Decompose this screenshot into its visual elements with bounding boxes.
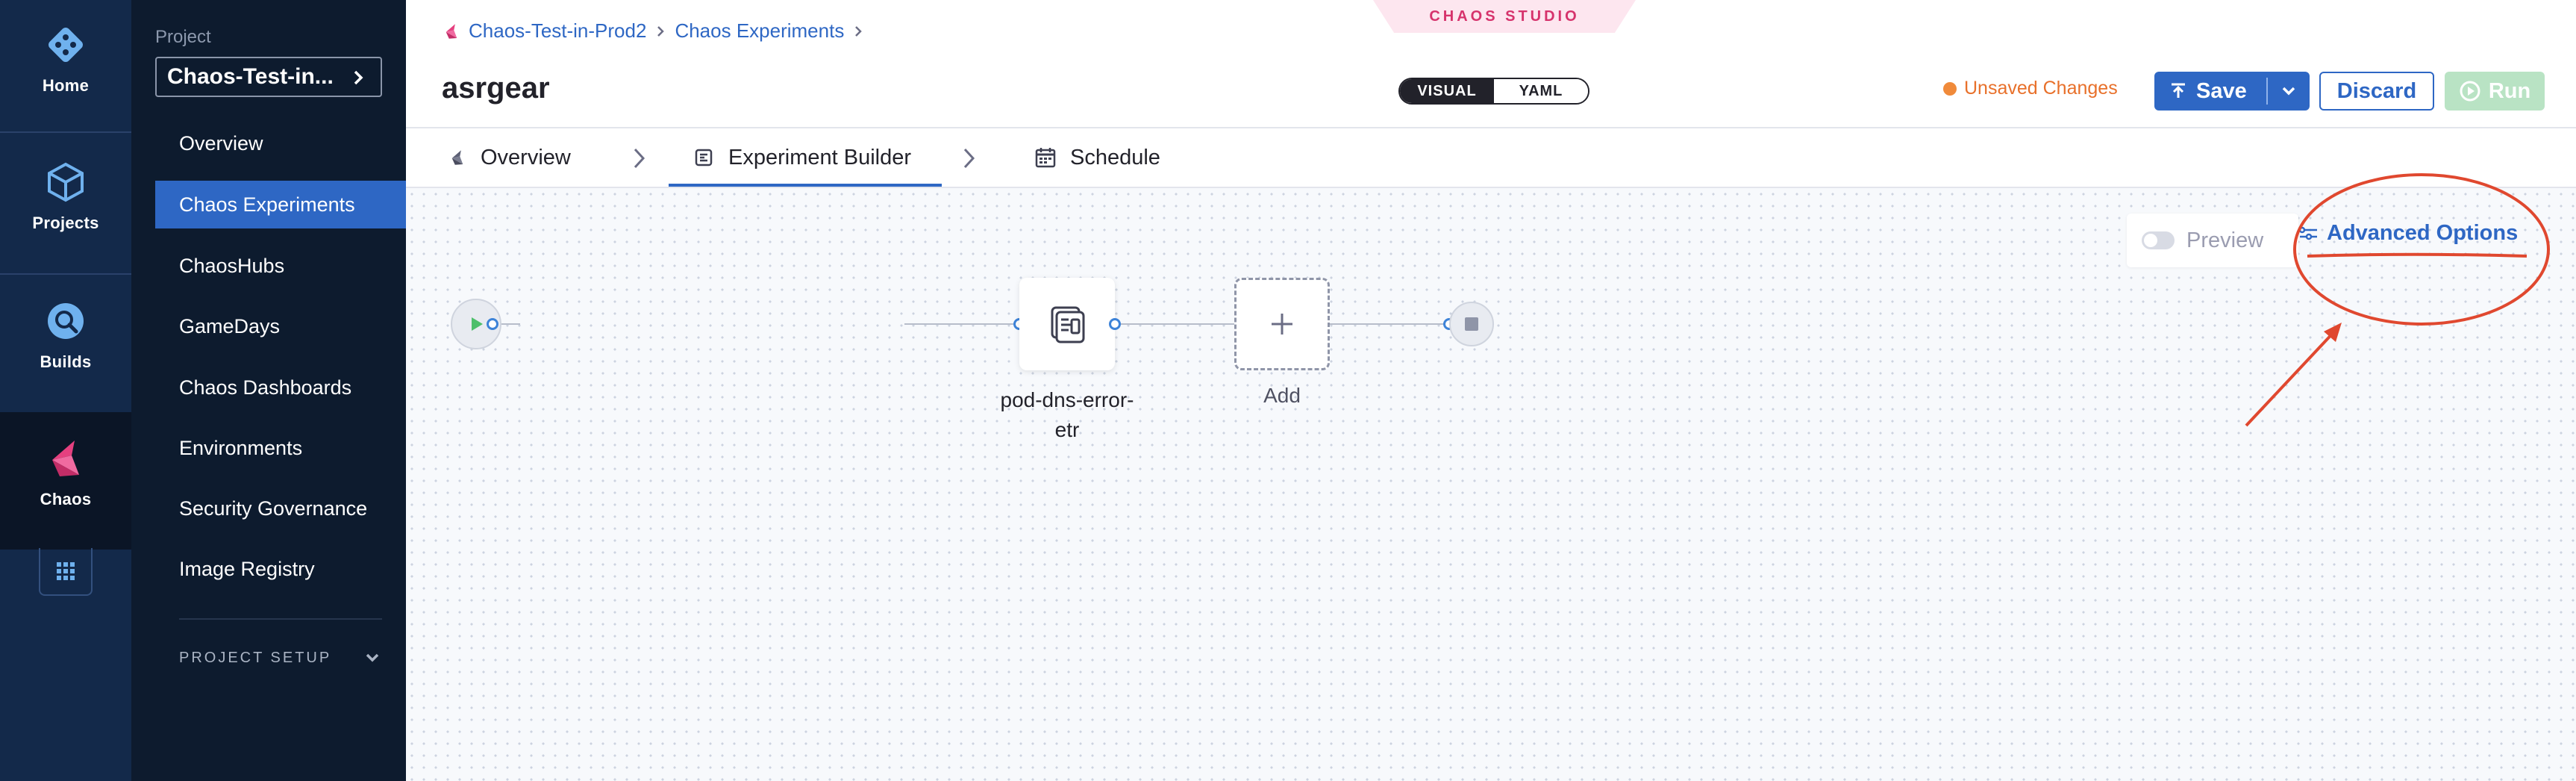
rail-label-chaos: Chaos: [40, 490, 92, 508]
projects-icon: [48, 162, 84, 202]
sidebar-item-image-registry[interactable]: Image Registry: [155, 545, 406, 593]
project-sidebar: Project Chaos-Test-in... Overview Chaos …: [131, 0, 406, 781]
sidebar-item-gamedays[interactable]: GameDays: [155, 302, 406, 350]
sidebar-item-chaos-experiments[interactable]: Chaos Experiments: [155, 181, 406, 228]
rail-divider: [0, 273, 131, 275]
project-selector[interactable]: Chaos-Test-in...: [155, 57, 382, 97]
annotation-overlay: [2245, 173, 2550, 427]
sidebar-item-label: Chaos Dashboards: [179, 376, 352, 399]
rail-divider: [0, 131, 131, 133]
project-caption: Project: [155, 27, 211, 47]
rail-label-projects: Projects: [32, 214, 99, 232]
chevron-right-icon: [354, 70, 363, 85]
rail-item-projects[interactable]: Projects: [0, 158, 131, 233]
sidebar-divider: [179, 618, 382, 620]
sidebar-item-environments[interactable]: Environments: [155, 424, 406, 472]
app-grid-icon: [57, 562, 75, 580]
builds-icon: [48, 303, 84, 339]
sidebar-item-label: GameDays: [179, 314, 281, 337]
sidebar-item-security-governance[interactable]: Security Governance: [155, 485, 406, 532]
rail-item-chaos[interactable]: Chaos: [0, 435, 131, 509]
annotation-arrow: [2245, 327, 2339, 427]
annotation-underline: [2307, 252, 2527, 258]
sidebar-item-label: Overview: [179, 131, 263, 155]
rail-label-home: Home: [42, 76, 90, 95]
rail-item-home[interactable]: Home: [0, 21, 131, 96]
chaos-icon: [52, 441, 79, 476]
home-icon: [49, 28, 83, 62]
main-area: CHAOS STUDIO Chaos-Test-in-Prod2 Chaos E…: [406, 0, 2576, 781]
sidebar-item-label: ChaosHubs: [179, 254, 285, 277]
sidebar-item-label: Image Registry: [179, 557, 315, 580]
sidebar-item-label: Security Governance: [179, 497, 368, 520]
sidebar-item-chaos-dashboards[interactable]: Chaos Dashboards: [155, 364, 406, 411]
project-name: Chaos-Test-in...: [167, 64, 334, 89]
rail-item-builds[interactable]: Builds: [0, 297, 131, 372]
app-grid-button[interactable]: [39, 548, 93, 596]
sidebar-item-label: Chaos Experiments: [179, 193, 355, 216]
nav-rail: Home Projects Builds Chaos: [0, 0, 131, 781]
sidebar-item-chaoshubs[interactable]: ChaosHubs: [155, 242, 406, 290]
sidebar-item-label: Environments: [179, 436, 303, 459]
project-setup-label: PROJECT SETUP: [179, 649, 332, 666]
rail-label-builds: Builds: [40, 352, 92, 371]
project-setup-toggle[interactable]: PROJECT SETUP: [179, 648, 382, 668]
chevron-down-icon: [366, 653, 379, 662]
annotation-ellipse: [2293, 173, 2550, 326]
sidebar-item-overview[interactable]: Overview: [155, 119, 406, 167]
